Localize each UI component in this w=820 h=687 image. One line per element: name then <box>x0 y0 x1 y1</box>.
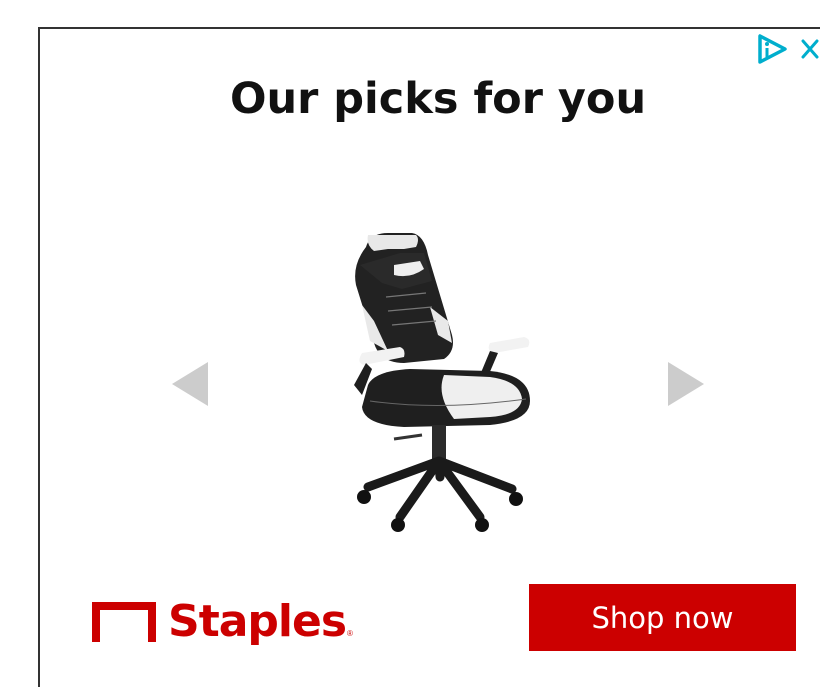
arrow-right-icon[interactable] <box>666 360 706 408</box>
brand-name: Staples <box>168 596 347 647</box>
staples-logo-icon <box>92 602 156 642</box>
registered-mark: ® <box>347 629 353 638</box>
ad-title: Our picks for you <box>229 74 647 124</box>
adchoices-badge[interactable] <box>755 30 820 68</box>
shop-now-button[interactable]: Shop now <box>529 584 796 651</box>
close-icon[interactable] <box>801 39 819 59</box>
arrow-left-icon[interactable] <box>170 360 210 408</box>
adchoices-icon[interactable] <box>758 34 787 64</box>
product-image[interactable] <box>340 225 540 540</box>
staples-logo[interactable]: Staples ® <box>92 596 353 648</box>
